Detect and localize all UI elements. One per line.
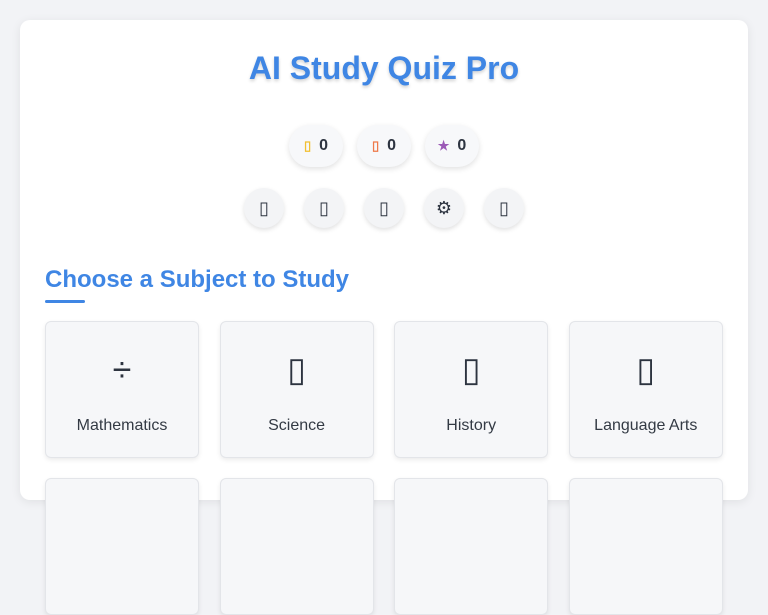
streak-icon: ▯: [371, 138, 380, 153]
subject-card-history[interactable]: ▯ History: [394, 321, 549, 458]
subject-card-7[interactable]: [394, 478, 549, 615]
history-icon: ▯: [461, 351, 481, 389]
subject-label: Mathematics: [76, 417, 168, 434]
stat-streak: ▯ 0: [357, 125, 411, 167]
toolbar-icon-2: ▯: [319, 197, 329, 218]
toolbar-button-5[interactable]: ▯: [484, 188, 524, 228]
stat-stars-value: 0: [457, 137, 467, 154]
toolbar-button-3[interactable]: ▯: [364, 188, 404, 228]
subject-card-science[interactable]: ▯ Science: [219, 321, 374, 458]
subject-card-5[interactable]: [45, 478, 199, 615]
subject-card-language-arts[interactable]: ▯ Language Arts: [568, 321, 723, 458]
settings-gear-icon: ⚙: [435, 197, 453, 218]
subject-card-6[interactable]: [219, 478, 374, 615]
toolbar-icon-5: ▯: [499, 197, 509, 218]
main-card: AI Study Quiz Pro ▯ 0 ▯ 0 ★ 0 ▯ ▯ ▯ ⚙ ▯ …: [20, 20, 748, 615]
toolbar-icon-3: ▯: [379, 197, 389, 218]
stat-coins-value: 0: [319, 137, 329, 154]
subject-grid: ÷ Mathematics ▯ Science ▯ History ▯ Lang…: [45, 321, 723, 615]
stat-coins: ▯ 0: [289, 125, 343, 167]
subject-card-mathematics[interactable]: ÷ Mathematics: [45, 321, 199, 458]
language-arts-icon: ▯: [636, 351, 656, 389]
toolbar: ▯ ▯ ▯ ⚙ ▯: [20, 188, 748, 228]
toolbar-button-2[interactable]: ▯: [304, 188, 344, 228]
section-title-underline: [45, 300, 85, 303]
section-title: Choose a Subject to Study: [45, 266, 350, 293]
stat-stars: ★ 0: [425, 125, 479, 167]
subject-label: Language Arts: [594, 417, 698, 434]
coin-icon: ▯: [303, 138, 312, 153]
subject-card-8[interactable]: [568, 478, 723, 615]
subject-label: History: [446, 417, 497, 434]
toolbar-button-1[interactable]: ▯: [244, 188, 284, 228]
stats-bar: ▯ 0 ▯ 0 ★ 0: [20, 125, 748, 167]
toolbar-icon-1: ▯: [259, 197, 269, 218]
settings-button[interactable]: ⚙: [424, 188, 464, 228]
app-title: AI Study Quiz Pro: [248, 50, 520, 86]
subject-label: Science: [268, 417, 326, 434]
star-icon: ★: [437, 138, 450, 153]
divide-icon: ÷: [112, 351, 132, 389]
stat-streak-value: 0: [387, 137, 397, 154]
science-icon: ▯: [287, 351, 306, 389]
